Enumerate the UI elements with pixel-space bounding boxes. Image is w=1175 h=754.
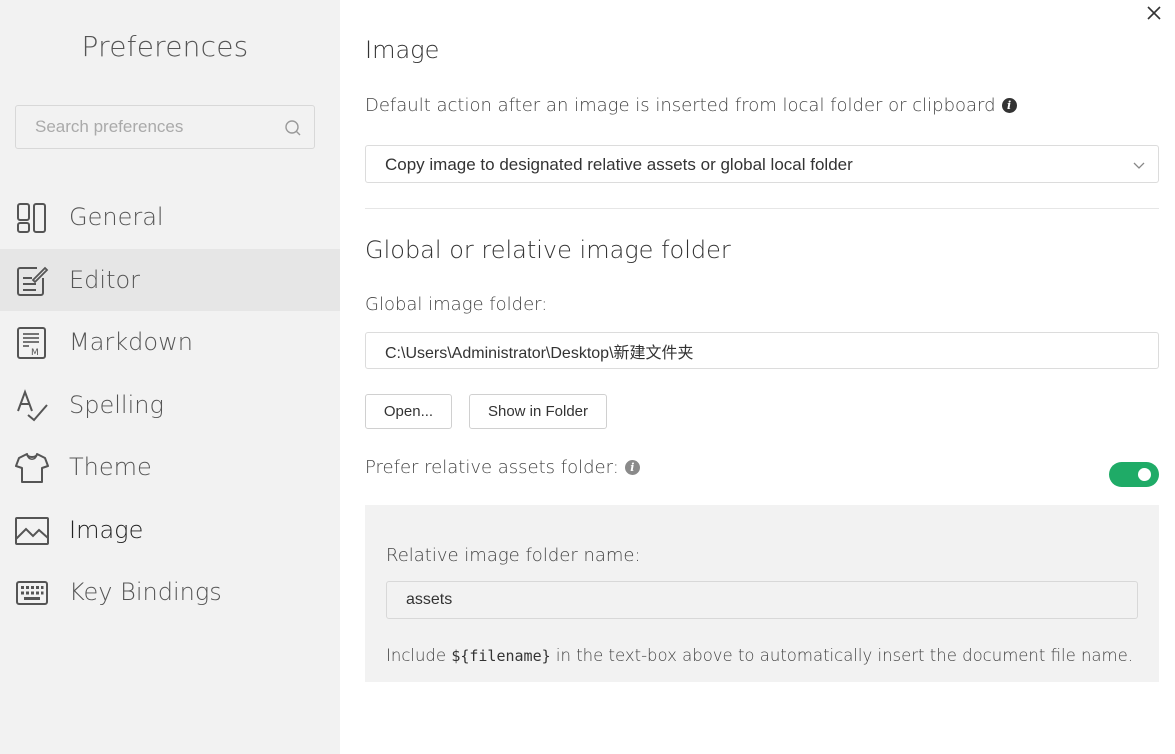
svg-text:M: M	[31, 348, 39, 358]
global-folder-label: Global image folder:	[365, 294, 548, 315]
search-input[interactable]	[16, 106, 276, 148]
toggle-knob	[1138, 468, 1151, 481]
search-icon[interactable]	[284, 119, 302, 137]
default-action-label-row: Default action after an image is inserte…	[365, 95, 1017, 116]
search-box[interactable]	[15, 105, 315, 149]
sidebar-item-label: Editor	[69, 265, 141, 294]
spellcheck-icon	[17, 388, 48, 421]
sidebar-nav: General Editor M Markdown Spelling Theme…	[0, 186, 340, 624]
page-title: Image	[365, 36, 440, 64]
sidebar-title: Preferences	[81, 30, 249, 63]
chevron-down-icon	[1133, 162, 1145, 169]
sidebar: Preferences General Edi	[0, 0, 340, 754]
relative-folder-field[interactable]	[386, 581, 1138, 619]
layout-icon	[17, 203, 46, 233]
open-button[interactable]: Open...	[365, 394, 452, 429]
relative-folder-panel: Relative image folder name: Include ${fi…	[365, 505, 1159, 682]
global-folder-field[interactable]	[365, 332, 1159, 369]
relative-folder-input[interactable]	[387, 582, 1137, 618]
info-icon[interactable]: i	[1001, 98, 1017, 113]
sidebar-item-markdown[interactable]: M Markdown	[0, 311, 340, 374]
relative-folder-label: Relative image folder name:	[386, 545, 641, 566]
keyboard-icon	[16, 581, 48, 605]
info-icon[interactable]: i	[624, 460, 640, 475]
hint-prefix: Include	[386, 646, 447, 665]
sidebar-item-label: Image	[69, 515, 144, 544]
default-action-select[interactable]: Copy image to designated relative assets…	[365, 145, 1159, 183]
sidebar-item-key-bindings[interactable]: Key Bindings	[0, 561, 340, 624]
divider	[365, 208, 1159, 209]
sidebar-item-editor[interactable]: Editor	[0, 248, 340, 311]
global-folder-input[interactable]	[366, 333, 1158, 368]
edit-icon	[17, 266, 49, 296]
image-icon	[15, 516, 49, 545]
shirt-icon	[15, 453, 49, 483]
prefer-relative-toggle[interactable]	[1109, 462, 1159, 487]
sidebar-item-label: Theme	[69, 453, 152, 482]
prefer-relative-label: Prefer relative assets folder:	[365, 457, 619, 478]
sidebar-item-general[interactable]: General	[0, 186, 340, 249]
filename-hint: Include ${filename} in the text-box abov…	[386, 646, 1133, 665]
sidebar-item-label: Spelling	[69, 390, 164, 419]
sidebar-item-label: General	[69, 203, 164, 232]
prefer-relative-label-row: Prefer relative assets folder: i	[365, 457, 640, 478]
hint-code: ${filename}	[451, 647, 551, 665]
sidebar-item-spelling[interactable]: Spelling	[0, 374, 340, 437]
main-panel: Image Default action after an image is i…	[365, 0, 1159, 754]
hint-suffix: in the text-box above to automatically i…	[555, 646, 1134, 665]
default-action-label: Default action after an image is inserte…	[365, 95, 996, 116]
default-action-value: Copy image to designated relative assets…	[385, 155, 853, 174]
show-in-folder-button[interactable]: Show in Folder	[469, 394, 607, 429]
folder-section-title: Global or relative image folder	[365, 236, 731, 264]
sidebar-item-label: Markdown	[69, 328, 193, 357]
sidebar-item-image[interactable]: Image	[0, 499, 340, 562]
markdown-icon: M	[17, 327, 46, 359]
sidebar-item-label: Key Bindings	[69, 578, 222, 607]
sidebar-item-theme[interactable]: Theme	[0, 436, 340, 499]
